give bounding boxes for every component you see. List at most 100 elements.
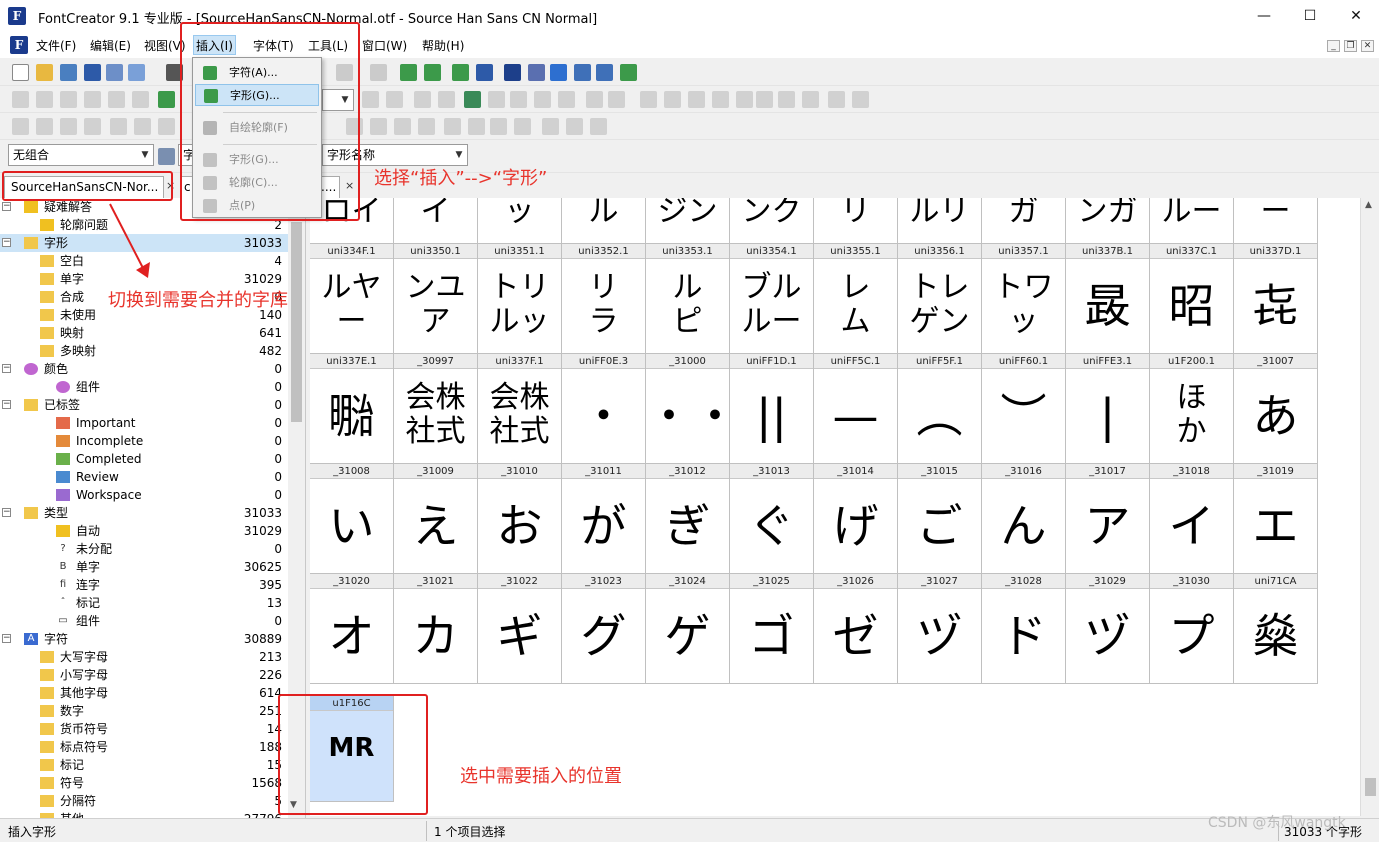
fontcreator-icon[interactable]: F xyxy=(8,7,26,25)
font-properties-icon[interactable] xyxy=(504,64,521,81)
align-right-icon[interactable] xyxy=(608,91,625,108)
glyph-cell[interactable]: ス ル xyxy=(562,198,646,244)
tree-item[interactable]: B 单字 30625 xyxy=(0,558,288,576)
preview-icon[interactable] xyxy=(596,64,613,81)
photo-icon[interactable] xyxy=(464,91,481,108)
maximize-button[interactable]: ☐ xyxy=(1287,0,1333,32)
glyph-cell[interactable]: uniFF0E.3 ・ xyxy=(562,354,646,464)
glyph-cell[interactable]: _31028 ド xyxy=(982,574,1066,684)
glyph-cell[interactable]: uni3351.1 トリ ルッ xyxy=(478,244,562,354)
glyph-cell[interactable]: ヘ ガ xyxy=(982,198,1066,244)
spell-icon[interactable] xyxy=(528,64,545,81)
scrollbar-thumb[interactable] xyxy=(291,222,302,422)
subtract-icon[interactable] xyxy=(84,118,101,135)
node-icon[interactable] xyxy=(438,91,455,108)
glyph-cell[interactable]: _31022 ギ xyxy=(478,574,562,684)
export-icon[interactable] xyxy=(128,64,145,81)
snap-icon[interactable] xyxy=(736,91,753,108)
menu-file[interactable]: 文件(F) xyxy=(34,36,78,56)
rectangle-icon[interactable] xyxy=(534,91,551,108)
glyph-cell[interactable]: uni337F.1 会株 社式 xyxy=(478,354,562,464)
grid-icon[interactable] xyxy=(362,91,379,108)
glyph-cell[interactable]: _31030 プ xyxy=(1150,574,1234,684)
glyph-cell[interactable]: _31010 お xyxy=(478,464,562,574)
select-rect-icon[interactable] xyxy=(12,91,29,108)
add-glyph-toolbar-icon[interactable] xyxy=(424,64,441,81)
glyph-cell[interactable]: _31026 ゼ xyxy=(814,574,898,684)
save-all-icon[interactable] xyxy=(106,64,123,81)
open-folder-icon[interactable] xyxy=(36,64,53,81)
tree-item[interactable]: 大写字母 213 xyxy=(0,648,288,666)
menu-edit[interactable]: 编辑(E) xyxy=(88,36,133,56)
glyph-cell[interactable]: uni337B.1 晸 xyxy=(1066,244,1150,354)
glyph-cell[interactable]: _31007 あ xyxy=(1234,354,1318,464)
glyph-cell[interactable]: ン ンガ xyxy=(1066,198,1150,244)
menu-help[interactable]: 帮助(H) xyxy=(420,36,466,56)
glyph-cell[interactable]: uni3350.1 ンユ ア xyxy=(394,244,478,354)
glyph-cell[interactable]: ス ルー xyxy=(1150,198,1234,244)
glyph-cell[interactable]: uni337E.1 ㍾ xyxy=(310,354,394,464)
slash-icon[interactable] xyxy=(510,91,527,108)
crop-icon[interactable] xyxy=(688,91,705,108)
eraser-icon[interactable] xyxy=(132,91,149,108)
tree-item[interactable]: 分隔符 5 xyxy=(0,792,288,810)
tree-item[interactable]: − 颜色 0 xyxy=(0,360,288,378)
glyph-cell[interactable]: uni3355.1 レ ム xyxy=(814,244,898,354)
lasso-icon[interactable] xyxy=(36,91,53,108)
glyph-cell[interactable]: ル イ xyxy=(394,198,478,244)
align-left-icon[interactable] xyxy=(586,91,603,108)
menu-window[interactable]: 窗口(W) xyxy=(360,36,409,56)
anchor-icon[interactable] xyxy=(778,91,795,108)
glyph-cell[interactable]: _31029 ヅ xyxy=(1066,574,1150,684)
tree-icon[interactable] xyxy=(828,91,845,108)
new-icon[interactable] xyxy=(12,64,29,81)
glyph-filter-icon[interactable] xyxy=(158,148,175,165)
validate-icon[interactable] xyxy=(452,64,469,81)
glyph-cell[interactable]: _31015 ご xyxy=(898,464,982,574)
ellipse-icon[interactable] xyxy=(558,91,575,108)
flip-triangle-icon[interactable] xyxy=(468,118,485,135)
glyph-cell[interactable]: ミ リ xyxy=(814,198,898,244)
glyph-cell[interactable]: uni3357.1 トワ ッ xyxy=(982,244,1066,354)
tree-item[interactable]: Incomplete 0 xyxy=(0,432,288,450)
glyph-cell[interactable]: _31016 ん xyxy=(982,464,1066,574)
union-icon[interactable] xyxy=(60,118,77,135)
add-item-icon[interactable] xyxy=(400,64,417,81)
exclude-icon[interactable] xyxy=(590,118,607,135)
paste-contour-icon[interactable] xyxy=(36,118,53,135)
glyph-cell[interactable]: _31021 カ xyxy=(394,574,478,684)
glyph-cell[interactable]: _31009 え xyxy=(394,464,478,574)
guideline-icon[interactable] xyxy=(640,91,657,108)
map-icon[interactable] xyxy=(574,64,591,81)
glyph-cell[interactable]: ハ ッ xyxy=(478,198,562,244)
align-top-icon[interactable] xyxy=(110,118,127,135)
scissors-icon[interactable] xyxy=(370,118,387,135)
hint-icon[interactable] xyxy=(802,91,819,108)
collapse-toggle-icon[interactable]: − xyxy=(2,238,11,247)
save-icon[interactable] xyxy=(84,64,101,81)
mdi-minimize-button[interactable]: _ xyxy=(1327,40,1340,52)
overlap-icon[interactable] xyxy=(542,118,559,135)
composite-select[interactable]: 无组合 ▼ xyxy=(8,144,154,166)
collapse-toggle-icon[interactable]: − xyxy=(2,634,11,643)
flip-left-icon[interactable] xyxy=(444,118,461,135)
glyph-cell[interactable]: u1F200.1 ほ か xyxy=(1150,354,1234,464)
glyph-cell[interactable]: uni3356.1 トレ ゲン xyxy=(898,244,982,354)
glyph-cell[interactable]: _31019 エ xyxy=(1234,464,1318,574)
tree-item[interactable]: 组件 0 xyxy=(0,378,288,396)
collapse-toggle-icon[interactable]: − xyxy=(2,508,11,517)
glyph-grid-scrollbar[interactable]: ▲ xyxy=(1360,198,1379,816)
mdi-restore-button[interactable]: ❐ xyxy=(1344,40,1357,52)
copy-contour-icon[interactable] xyxy=(12,118,29,135)
tree-item[interactable]: 其他 27796 xyxy=(0,810,288,818)
rotate-icon[interactable] xyxy=(394,118,411,135)
tree-item[interactable]: ▭ 组件 0 xyxy=(0,612,288,630)
edit-image-icon[interactable] xyxy=(488,91,505,108)
glyph-cell[interactable]: ー ー xyxy=(1234,198,1318,244)
tree-item[interactable]: Important 0 xyxy=(0,414,288,432)
transform-icon[interactable] xyxy=(712,91,729,108)
scrollbar-thumb[interactable] xyxy=(1365,778,1376,796)
glyph-cell[interactable]: _31013 ぐ xyxy=(730,464,814,574)
tree-item[interactable]: 其他字母 614 xyxy=(0,684,288,702)
glyph-cell[interactable]: ラ ンク xyxy=(730,198,814,244)
